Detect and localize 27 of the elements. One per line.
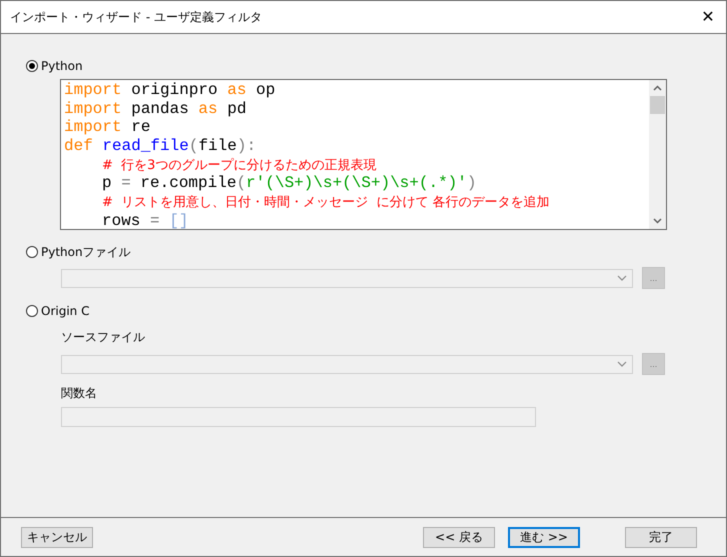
dialog-button[interactable]: キャンセル	[21, 526, 93, 548]
code-line: # 行を3つのグループに分けるための正規表現	[102, 156, 378, 174]
input-field[interactable]	[61, 407, 536, 427]
radio-button[interactable]: Origin C	[26, 303, 726, 319]
code-line: # リストを用意し、日付・時間・メッセージ に分けて 各行のデータを追加	[102, 194, 551, 212]
radio-button[interactable]: Python	[26, 58, 726, 74]
code-line: def read_file(file):	[64, 137, 258, 156]
code-line: import pandas as pd	[64, 100, 248, 118]
field-label: 関数名	[61, 385, 98, 402]
chevron-icon	[617, 360, 628, 368]
code-editor[interactable]: import originpro as op import pandas as pd import re def read_file(file): # 行を3つのグループに分けるための正規表現 p = re.compile(r'(\S+)\s+(\S+)\s+(.*)') # リストを用意し、日付・時間・メッセージ に分けて 各行のデータを追加 rows = []	[60, 79, 667, 230]
dropdown[interactable]	[61, 268, 633, 288]
code-line: import re	[64, 118, 152, 138]
dropdown[interactable]	[61, 354, 633, 374]
window-title: インポート・ウィザード - ユーザ定義フィルタ	[10, 8, 262, 26]
scroll-thumb[interactable]	[650, 96, 665, 114]
code-line: rows = []	[102, 212, 190, 229]
dialog-button[interactable]: 進む >>	[508, 526, 580, 548]
close-button[interactable]: ✕	[698, 7, 718, 27]
code-line: p = re.compile(r'(\S+)\s+(\S+)\s+(.*)')	[102, 174, 478, 194]
scrollbar[interactable]	[649, 80, 666, 229]
dialog-button[interactable]: 完了	[625, 526, 697, 548]
radio-button[interactable]: Pythonファイル	[26, 244, 726, 260]
field-label: ソースファイル	[61, 329, 146, 346]
code-line: import originpro as op	[64, 81, 276, 100]
chevron-icon	[617, 274, 628, 282]
dialog-button[interactable]: << 戻る	[423, 526, 495, 548]
